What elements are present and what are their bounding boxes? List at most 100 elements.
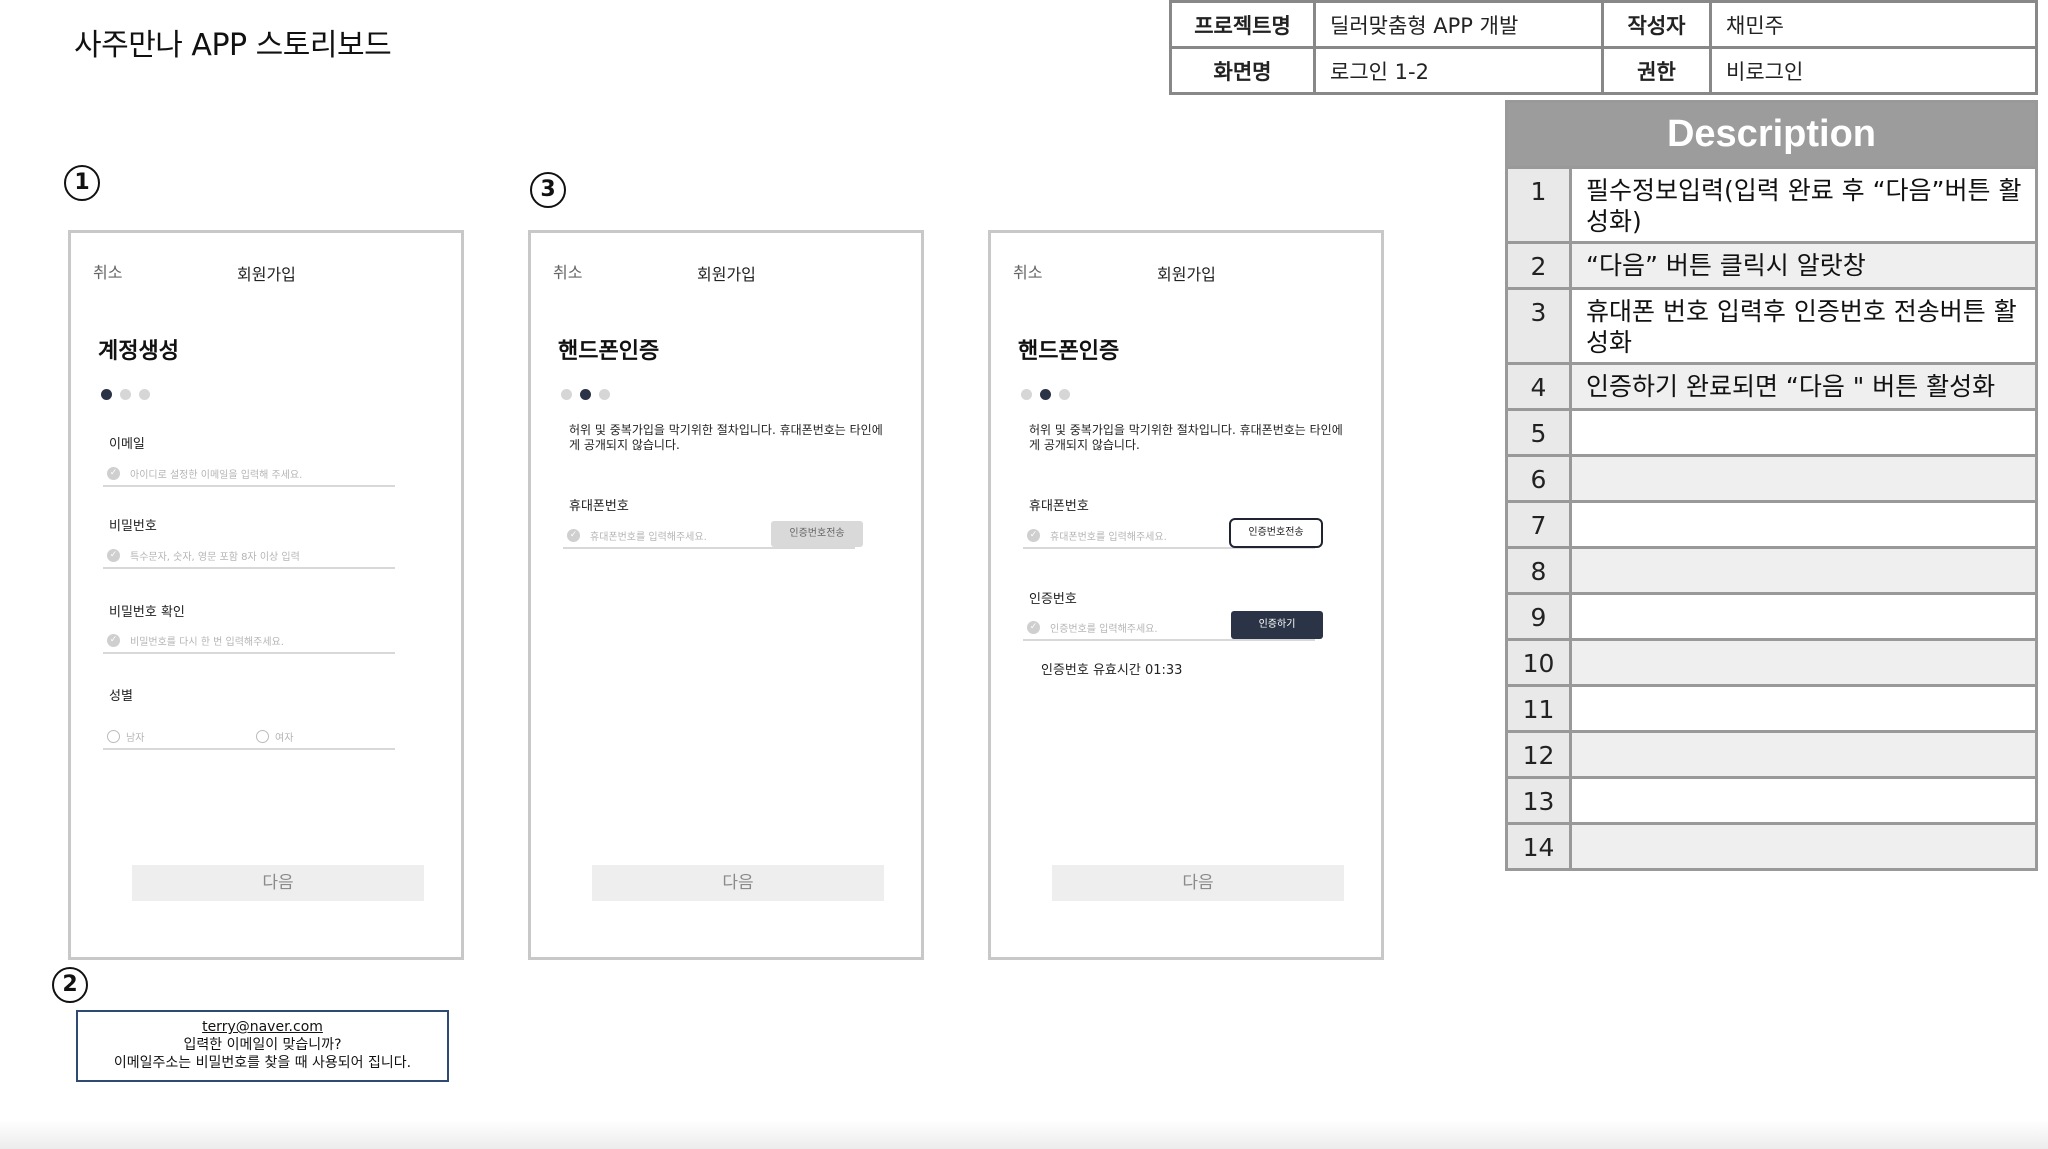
row-number: 8 — [1508, 549, 1572, 592]
check-icon: ✓ — [567, 528, 580, 542]
row-number: 9 — [1508, 595, 1572, 638]
email-confirm-alert: terry@naver.com 입력한 이메일이 맞습니까? 이메일주소는 비밀… — [76, 1010, 449, 1082]
row-text — [1572, 503, 2035, 546]
cancel-link[interactable]: 취소 — [1013, 259, 1042, 283]
screen-title: 핸드폰인증 — [558, 339, 660, 364]
check-icon: ✓ — [1027, 620, 1040, 634]
phone-label: 휴대폰번호 — [569, 499, 629, 514]
alert-question: 입력한 이메일이 맞습니까? — [183, 1037, 342, 1053]
password-field[interactable]: ✓ 특수문자, 숫자, 영문 포함 8자 이상 입력 — [103, 543, 395, 569]
row-text — [1572, 779, 2035, 822]
step-dot — [561, 389, 572, 400]
description-rows: 1 필수정보입력(입력 완료 후 “다음”버튼 활성화) 2 “다음” 버튼 클릭시… — [1508, 166, 2035, 868]
notice-text: 허위 및 중복가입을 막기위한 절차입니다. 휴대폰번호는 타인에게 공개되지 … — [569, 423, 883, 452]
step-dot — [1059, 389, 1070, 400]
row-text — [1572, 549, 2035, 592]
page-title: 사주만나 APP 스토리보드 — [74, 28, 392, 63]
verify-button[interactable]: 인증하기 — [1231, 611, 1323, 639]
next-button[interactable]: 다음 — [1052, 865, 1344, 901]
password-label: 비밀번호 — [109, 519, 157, 534]
description-row: 12 — [1508, 730, 2035, 776]
send-code-button[interactable]: 인증번호전송 — [1229, 518, 1323, 548]
row-text: 인증하기 완료되면 “다음 " 버튼 활성화 — [1586, 372, 1996, 401]
row-text: 필수정보입력(입력 완료 후 “다음”버튼 활성화) — [1586, 176, 2022, 236]
project-info-table: 프로젝트명 딜러맞춤형 APP 개발 작성자 채민주 화면명 로그인 1-2 권… — [1169, 0, 2038, 95]
step-indicator — [101, 389, 150, 400]
description-row: 1 필수정보입력(입력 완료 후 “다음”버튼 활성화) — [1508, 166, 2035, 241]
row-number: 5 — [1508, 411, 1572, 454]
description-row: 10 — [1508, 638, 2035, 684]
bottom-shadow — [0, 1120, 2048, 1149]
phone-screen-verify: 취소 회원가입 핸드폰인증 허위 및 중복가입을 막기위한 절차입니다. 휴대폰… — [988, 230, 1384, 960]
row-text — [1572, 595, 2035, 638]
description-row: 5 — [1508, 408, 2035, 454]
check-icon: ✓ — [107, 548, 120, 562]
description-panel: Description 1 필수정보입력(입력 완료 후 “다음”버튼 활성화) … — [1505, 100, 2038, 871]
email-field[interactable]: ✓ 아이디로 설정한 이메일을 입력해 주세요. — [103, 461, 395, 487]
project-name-value: 딜러맞춤형 APP 개발 — [1313, 0, 1604, 49]
password-confirm-label: 비밀번호 확인 — [109, 605, 185, 620]
next-button[interactable]: 다음 — [592, 865, 884, 901]
next-button[interactable]: 다음 — [132, 865, 424, 901]
phone-placeholder: 휴대폰번호를 입력해주세요. — [590, 531, 707, 543]
row-text: 휴대폰 번호 입력후 인증번호 전송버튼 활성화 — [1586, 297, 2017, 357]
step-dot — [139, 389, 150, 400]
notice-text: 허위 및 중복가입을 막기위한 절차입니다. 휴대폰번호는 타인에게 공개되지 … — [1029, 423, 1343, 452]
step-marker-3: 3 — [530, 172, 566, 208]
row-text — [1572, 457, 2035, 500]
gender-options: 남자 여자 — [103, 724, 395, 750]
description-row: 9 — [1508, 592, 2035, 638]
screen-title: 핸드폰인증 — [1018, 339, 1120, 364]
description-row: 3 휴대폰 번호 입력후 인증번호 전송버튼 활성화 — [1508, 287, 2035, 362]
topbar-title: 회원가입 — [1157, 265, 1216, 284]
row-number: 13 — [1508, 779, 1572, 822]
permission-value: 비로그인 — [1709, 46, 2038, 95]
cancel-link[interactable]: 취소 — [93, 259, 122, 283]
description-row: 13 — [1508, 776, 2035, 822]
description-row: 11 — [1508, 684, 2035, 730]
row-text — [1572, 733, 2035, 776]
step-marker-2: 2 — [52, 967, 88, 1003]
description-row: 14 — [1508, 822, 2035, 868]
phone-screen-signup: 취소 회원가입 계정생성 이메일 ✓ 아이디로 설정한 이메일을 입력해 주세요… — [68, 230, 464, 960]
cancel-link[interactable]: 취소 — [553, 259, 582, 283]
description-row: 4 인증하기 완료되면 “다음 " 버튼 활성화 — [1508, 362, 2035, 408]
screen-title: 계정생성 — [98, 339, 179, 364]
description-row: 2 “다음” 버튼 클릭시 알랏창 — [1508, 241, 2035, 287]
row-number: 3 — [1508, 290, 1572, 362]
row-number: 7 — [1508, 503, 1572, 546]
row-text — [1572, 411, 2035, 454]
step-dot — [599, 389, 610, 400]
email-label: 이메일 — [109, 437, 145, 452]
gender-label: 성별 — [109, 689, 133, 704]
password-confirm-field[interactable]: ✓ 비밀번호를 다시 한 번 입력해주세요. — [103, 628, 395, 654]
phone-screen-auth: 취소 회원가입 핸드폰인증 허위 및 중복가입을 막기위한 절차입니다. 휴대폰… — [528, 230, 924, 960]
code-timer: 인증번호 유효시간 01:33 — [1041, 663, 1183, 678]
screen-name-value: 로그인 1-2 — [1313, 46, 1604, 95]
phone-label: 휴대폰번호 — [1029, 499, 1089, 514]
send-code-button[interactable]: 인증번호전송 — [771, 521, 863, 547]
phone-placeholder: 휴대폰번호를 입력해주세요. — [1050, 531, 1167, 543]
row-number: 10 — [1508, 641, 1572, 684]
row-text — [1572, 687, 2035, 730]
description-row: 7 — [1508, 500, 2035, 546]
check-icon: ✓ — [107, 633, 120, 647]
email-placeholder: 아이디로 설정한 이메일을 입력해 주세요. — [130, 469, 303, 481]
check-icon: ✓ — [1027, 528, 1040, 542]
step-dot — [120, 389, 131, 400]
project-name-key: 프로젝트명 — [1169, 0, 1316, 49]
step-indicator — [561, 389, 610, 400]
topbar-title: 회원가입 — [697, 265, 756, 284]
row-number: 12 — [1508, 733, 1572, 776]
row-number: 4 — [1508, 365, 1572, 408]
step-dot-active — [580, 389, 591, 400]
password-placeholder: 특수문자, 숫자, 영문 포함 8자 이상 입력 — [130, 551, 300, 563]
radio-female[interactable] — [256, 729, 269, 743]
description-row: 8 — [1508, 546, 2035, 592]
step-indicator — [1021, 389, 1070, 400]
radio-male[interactable] — [107, 729, 120, 743]
row-number: 11 — [1508, 687, 1572, 730]
step-marker-1: 1 — [64, 165, 100, 201]
step-dot-active — [1040, 389, 1051, 400]
password-confirm-placeholder: 비밀번호를 다시 한 번 입력해주세요. — [130, 636, 284, 648]
